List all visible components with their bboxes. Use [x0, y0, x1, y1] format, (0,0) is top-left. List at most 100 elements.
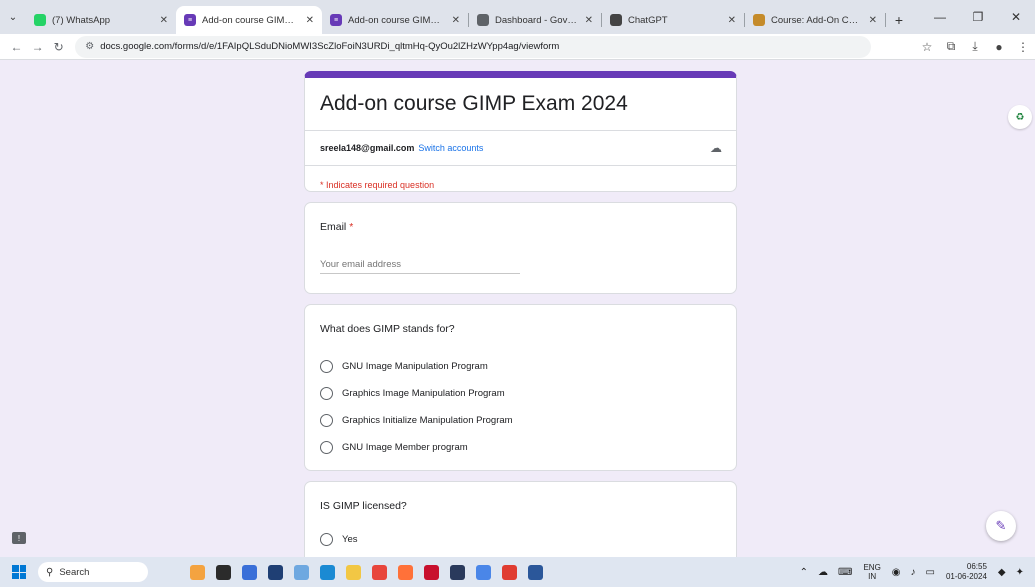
wifi-icon[interactable]: ◉: [892, 567, 901, 578]
edit-pencil-button[interactable]: ✎: [986, 511, 1016, 541]
address-bar: ← → ↻ ⚙ docs.google.com/forms/d/e/1FAIpQ…: [0, 34, 1035, 60]
notification-icon[interactable]: ◆: [998, 567, 1006, 578]
radio-option[interactable]: Graphics Image Manipulation Program: [320, 380, 513, 407]
clock[interactable]: 06:55 01-06-2024: [946, 562, 987, 582]
close-icon[interactable]: ✕: [869, 15, 877, 26]
radio-button[interactable]: [320, 533, 333, 546]
option-label: GNU Image Member program: [342, 442, 468, 453]
restore-icon[interactable]: ❐: [959, 10, 997, 24]
account-row: sreela148@gmail.com Switch accounts ☁: [305, 130, 736, 166]
window-controls: — ❐ ✕: [921, 0, 1035, 34]
pdf-reader-icon[interactable]: [501, 564, 517, 580]
gov-icon: [477, 14, 489, 26]
feedback-icon[interactable]: !: [12, 532, 26, 544]
back-icon[interactable]: ←: [6, 40, 27, 54]
notepad-icon[interactable]: [475, 564, 491, 580]
tab-title: ChatGPT: [628, 14, 668, 26]
close-icon[interactable]: ✕: [452, 15, 460, 26]
minimize-icon[interactable]: —: [921, 10, 959, 24]
question-label: What does GIMP stands for?: [320, 323, 455, 335]
question-card-gimp-meaning: What does GIMP stands for? GNU Image Man…: [304, 304, 737, 471]
download-icon[interactable]: ⤓: [963, 39, 987, 54]
required-asterisk: *: [349, 221, 354, 233]
chrome-icon[interactable]: [371, 564, 387, 580]
language-indicator[interactable]: ENG IN: [863, 563, 880, 581]
switch-accounts-link[interactable]: Switch accounts: [418, 143, 483, 153]
tab-gimp-exam-active[interactable]: ≡ Add-on course GIMP Exam ✕: [176, 6, 322, 34]
volume-icon[interactable]: ♪: [911, 567, 916, 578]
close-icon[interactable]: ✕: [585, 15, 593, 26]
forms-icon: ≡: [184, 14, 196, 26]
chevron-up-icon[interactable]: ⌃: [800, 567, 808, 578]
windows-taskbar: ⚲ Search ⌃ ☁ ⌨ ENG IN ◉ ♪ ▭ 06:55 01-06-…: [0, 557, 1035, 587]
bookmark-star-icon[interactable]: ☆: [915, 40, 939, 54]
store-icon[interactable]: [267, 564, 283, 580]
close-icon[interactable]: ✕: [160, 15, 168, 26]
account-email: sreela148@gmail.com: [320, 143, 415, 153]
search-label: Search: [59, 566, 90, 578]
site-info-icon[interactable]: ⚙: [85, 41, 94, 52]
form-title: Add-on course GIMP Exam 2024: [320, 92, 628, 115]
tab-whatsapp[interactable]: (7) WhatsApp ✕: [26, 6, 176, 34]
chatgpt-icon: [610, 14, 622, 26]
word-icon[interactable]: [527, 564, 543, 580]
firefox-icon[interactable]: [397, 564, 413, 580]
close-window-icon[interactable]: ✕: [997, 10, 1035, 24]
radio-option[interactable]: GNU Image Manipulation Program: [320, 353, 513, 380]
cloud-saved-icon: ☁: [710, 141, 722, 155]
whatsapp-icon: [34, 14, 46, 26]
antivirus-icon[interactable]: [423, 564, 439, 580]
question-label: Email *: [320, 221, 353, 233]
radio-button[interactable]: [320, 414, 333, 427]
email-question-card: Email *: [304, 202, 737, 294]
cloud-icon[interactable]: ☁: [818, 567, 828, 578]
taskbar-apps: [184, 564, 548, 580]
app-icon[interactable]: [449, 564, 465, 580]
close-icon[interactable]: ✕: [306, 15, 314, 26]
reload-icon[interactable]: ↻: [48, 40, 69, 54]
radio-option[interactable]: GNU Image Member program: [320, 434, 513, 461]
side-panel-icon[interactable]: ♻: [1008, 105, 1032, 129]
tab-title: Add-on course GIMP Exam: [348, 14, 446, 26]
radio-group: GNU Image Manipulation Program Graphics …: [320, 353, 513, 461]
question-card-gimp-licensed: IS GIMP licensed? Yes: [304, 481, 737, 557]
profile-avatar-icon[interactable]: ●: [987, 40, 1011, 54]
taskbar-search[interactable]: ⚲ Search: [38, 562, 148, 582]
widgets-icon[interactable]: [189, 564, 205, 580]
battery-icon[interactable]: ▭: [926, 567, 935, 578]
option-label: Graphics Image Manipulation Program: [342, 388, 505, 399]
tab-gimp-exam[interactable]: ≡ Add-on course GIMP Exam ✕: [322, 6, 468, 34]
region-code: IN: [868, 572, 877, 581]
windows-start-icon[interactable]: [12, 565, 26, 579]
radio-option[interactable]: Graphics Initialize Manipulation Program: [320, 407, 513, 434]
clock-date: 01-06-2024: [945, 572, 987, 581]
close-icon[interactable]: ✕: [728, 15, 736, 26]
tab-course[interactable]: Course: Add-On Course in ✕: [745, 6, 885, 34]
tab-title: Add-on course GIMP Exam: [202, 14, 300, 26]
radio-button[interactable]: [320, 441, 333, 454]
radio-button[interactable]: [320, 387, 333, 400]
course-icon: [753, 14, 765, 26]
email-field[interactable]: [320, 256, 520, 274]
question-label: IS GIMP licensed?: [320, 500, 407, 512]
radio-button[interactable]: [320, 360, 333, 373]
teams-icon[interactable]: [241, 564, 257, 580]
keyboard-icon[interactable]: ⌨: [838, 567, 852, 578]
url-field[interactable]: ⚙ docs.google.com/forms/d/e/1FAIpQLSduDN…: [75, 35, 871, 58]
copilot-icon[interactable]: ✦: [1016, 567, 1024, 578]
radio-option[interactable]: Yes: [320, 526, 358, 553]
photos-icon[interactable]: [293, 564, 309, 580]
tab-dashboard[interactable]: Dashboard - Government ✕: [469, 6, 601, 34]
form-header-card: Add-on course GIMP Exam 2024 sreela148@g…: [304, 71, 737, 192]
task-view-icon[interactable]: [215, 564, 231, 580]
edge-icon[interactable]: [319, 564, 335, 580]
tab-search-dropdown-icon[interactable]: ⌄: [0, 0, 26, 34]
tab-chatgpt[interactable]: ChatGPT ✕: [602, 6, 744, 34]
menu-dots-icon[interactable]: ⋮: [1011, 40, 1035, 54]
extensions-icon[interactable]: ⧉: [939, 39, 963, 54]
new-tab-button[interactable]: +: [886, 6, 912, 34]
lang-code: ENG: [863, 563, 881, 572]
forward-icon[interactable]: →: [27, 40, 48, 54]
file-explorer-icon[interactable]: [345, 564, 361, 580]
tab-title: Course: Add-On Course in: [771, 14, 863, 26]
